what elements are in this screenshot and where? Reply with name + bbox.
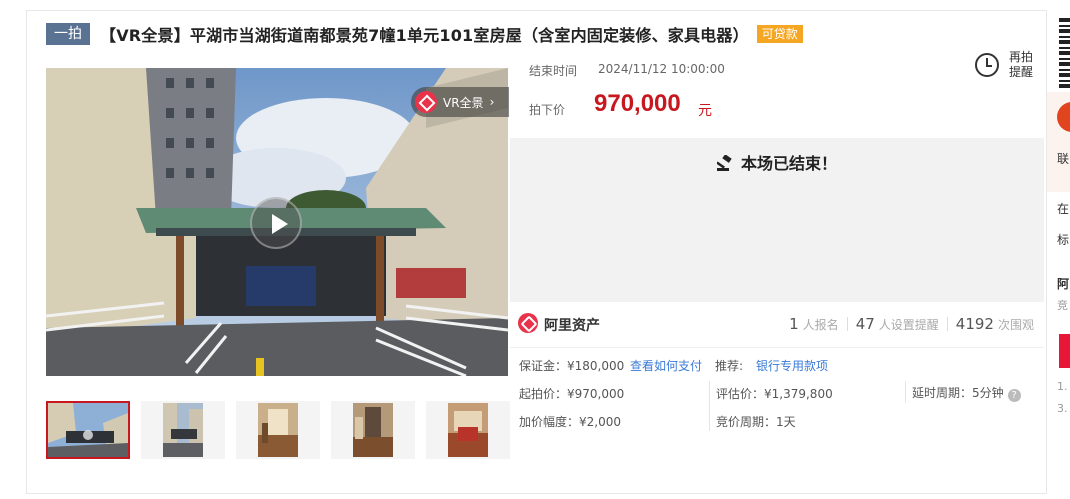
vr-logo-icon	[415, 91, 437, 113]
gavel-icon	[716, 155, 732, 171]
thumbnail[interactable]	[141, 401, 225, 459]
loan-badge: 可贷款	[756, 25, 803, 43]
ended-text: 本场已结束！	[740, 154, 837, 173]
ali-assets-logo-icon	[518, 313, 538, 333]
qr-code-icon	[1059, 18, 1070, 88]
thumbnail-image	[448, 403, 488, 457]
thumbnail[interactable]	[426, 401, 510, 459]
auction-round-tag: 一拍	[46, 23, 90, 45]
title-row: 一拍 【VR全景】平湖市当湖街道南都景苑7幢1单元101室房屋（含室内固定装修、…	[46, 22, 803, 46]
sidebar-action-button[interactable]	[1059, 334, 1070, 368]
sidebar-text: 在	[1057, 202, 1070, 216]
vr-badge-label: VR全景	[443, 95, 484, 110]
divider	[946, 317, 948, 331]
stats: 1 人报名 47 人设置提醒 4192 次围观	[789, 315, 1034, 333]
how-to-pay-link[interactable]: 查看如何支付	[630, 357, 702, 374]
view-label: 次围观	[997, 317, 1034, 332]
play-video-button[interactable]	[250, 197, 302, 249]
sidebar-text: 阿	[1057, 277, 1070, 291]
bid-increment: 加价幅度：¥2,000	[519, 415, 621, 429]
thumbnail-image	[258, 403, 298, 457]
sidebar-text: 标	[1057, 233, 1070, 247]
page-title: 【VR全景】平湖市当湖街道南都景苑7幢1单元101室房屋（含室内固定装修、家具电…	[100, 26, 749, 45]
sold-price-label: 拍下价	[529, 103, 566, 117]
remind-label: 再拍提醒	[1009, 50, 1034, 79]
start-price: 起拍价：¥970,000	[519, 387, 625, 401]
signup-label: 人报名	[802, 317, 839, 332]
view-count: 4192	[955, 315, 994, 333]
reminder-label: 人设置提醒	[878, 317, 939, 332]
thumbnail[interactable]	[46, 401, 130, 459]
help-icon[interactable]: ?	[1007, 389, 1021, 402]
sidebar-text: 联	[1057, 152, 1070, 166]
reminder-count: 47	[855, 315, 875, 333]
thumbnail[interactable]	[331, 401, 415, 459]
bidding-cycle: 竞价周期：1天	[716, 415, 796, 429]
appraisal-price: 评估价：¥1,379,800	[716, 387, 833, 401]
sidebar-text: 3.	[1057, 402, 1068, 415]
sold-price-value: 970,000	[594, 90, 681, 117]
platform-name: 阿里资产	[544, 318, 600, 334]
recommend-label: 推荐:	[715, 359, 744, 373]
deposit: 保证金：¥180,000	[519, 359, 625, 373]
price-unit: 元	[698, 103, 712, 119]
signup-count: 1	[789, 315, 799, 333]
vr-panorama-button[interactable]: VR全景 ›	[411, 87, 509, 117]
auction-ended-message: 本场已结束！	[510, 150, 1044, 174]
thumbnail-image	[163, 403, 203, 457]
right-sidebar: 联 在 标 阿 竞 1. 3.	[1046, 10, 1070, 494]
delay-period-text: 延时周期：5分钟	[912, 386, 1004, 400]
thumbnail-strip	[46, 401, 521, 459]
page: 一拍 【VR全景】平湖市当湖街道南都景苑7幢1单元101室房屋（含室内固定装修、…	[0, 0, 1070, 499]
platform-stats-row: 阿里资产 1 人报名 47 人设置提醒 4192 次围观	[510, 302, 1044, 348]
auction-status-panel: 本场已结束！	[510, 138, 1044, 302]
bank-fund-link[interactable]: 银行专用款项	[756, 357, 828, 374]
sidebar-text: 竞	[1057, 299, 1068, 312]
thumbnail-image	[353, 403, 393, 457]
alarm-clock-icon	[975, 53, 999, 77]
divider	[905, 381, 906, 403]
thumbnail-image	[48, 403, 128, 457]
thumbnail[interactable]	[236, 401, 320, 459]
divider	[709, 381, 710, 431]
end-time-label: 结束时间	[529, 64, 578, 78]
sidebar-text: 1.	[1057, 380, 1068, 393]
chevron-right-icon: ›	[489, 95, 495, 109]
remind-again-button[interactable]: 再拍提醒	[975, 50, 1037, 80]
end-time-value: 2024/11/12 10:00:00	[598, 62, 725, 76]
divider	[846, 317, 848, 331]
delay-period: 延时周期：5分钟?	[912, 384, 1021, 402]
